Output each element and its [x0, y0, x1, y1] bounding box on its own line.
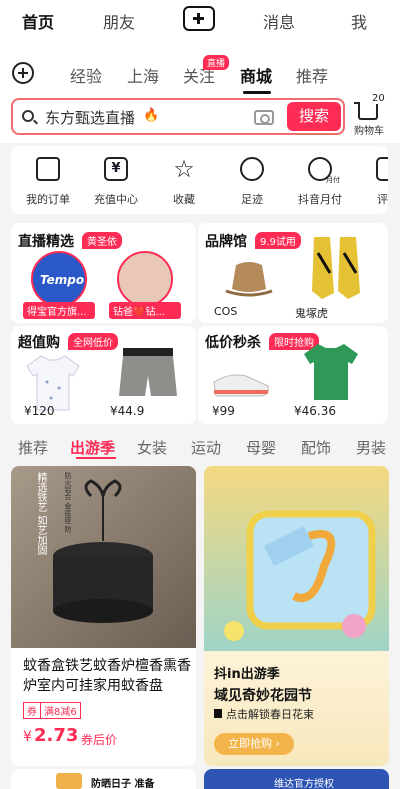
search-icon [22, 110, 34, 122]
hat-image[interactable] [224, 257, 274, 299]
tab-jingyan[interactable]: 经验 [70, 63, 102, 87]
price-1: ¥120 [24, 404, 55, 418]
live-picks-card[interactable]: 直播精选 黄圣依 Tempo 得宝官方旗... 钻爸❤️钻... [11, 223, 196, 323]
category-mother-baby[interactable]: 母婴 [246, 437, 276, 458]
next-card-text: 防晒日子 准备 [91, 779, 155, 789]
monthly-pay-label: 抖音月付 [298, 193, 342, 206]
promo-info: 抖in出游季 域见奇妙花园节 点击解锁春日花束 立即抢购 › [204, 651, 389, 766]
tempo-logo: Tempo [40, 273, 85, 287]
promo-subtitle: 域见奇妙花园节 [214, 688, 312, 704]
tab-recommend[interactable]: 推荐 [296, 63, 328, 87]
favorites-label: 收藏 [173, 193, 195, 206]
tab-mall[interactable]: 商城 [240, 63, 272, 87]
nav-me[interactable]: 我 [351, 9, 367, 33]
promo-banner-image[interactable] [204, 466, 389, 651]
live-avatar-2[interactable] [117, 251, 173, 307]
category-sports[interactable]: 运动 [191, 437, 221, 458]
nav-messages[interactable]: 消息 [263, 9, 295, 33]
vertical-caption: 精选铁艺 如艺加固 [35, 472, 46, 556]
brand-label-1: COS [214, 305, 238, 318]
my-orders[interactable]: 我的订单 [14, 146, 82, 214]
top-navigation: 首页 朋友 消息 我 [0, 0, 400, 40]
vertical-caption-2: 防火铝合 金底座 防 [64, 472, 72, 533]
nav-home[interactable]: 首页 [22, 9, 54, 33]
next-card-right-text: 维达官方授权 [274, 779, 334, 789]
category-men[interactable]: 男装 [356, 437, 386, 458]
create-plus-icon[interactable] [183, 6, 215, 31]
coupon-value: 满8减6 [41, 702, 81, 719]
buy-now-button[interactable]: 立即抢购 › [214, 733, 294, 755]
card-tag: 9.9试用 [255, 232, 301, 249]
sub-tabs: 经验 上海 关注 商城 推荐 [0, 40, 400, 95]
shorts-image[interactable] [115, 346, 181, 400]
monthly-pay-sub: 月付 [326, 176, 340, 184]
recharge-label: 充值中心 [94, 193, 138, 206]
card-tag: 黄圣依 [82, 232, 122, 249]
reviews-label: 评价 [377, 193, 388, 206]
price-note: 券后价 [81, 733, 118, 747]
price-1: ¥99 [212, 404, 235, 418]
coupon-label: 券 [23, 702, 41, 719]
flash-sale-card[interactable]: 低价秒杀 限时抢购 ¥99 ¥46.36 [198, 326, 388, 424]
card-tag: 全网低价 [68, 333, 118, 350]
cart-count: 20 [372, 93, 385, 104]
search-query[interactable]: 东方甄选直播 [45, 107, 135, 128]
recharge-icon: ¥ [104, 157, 128, 181]
speaker-icon [214, 709, 222, 718]
brand-label-2: 鬼塚虎 [295, 307, 328, 320]
footprint-icon [240, 157, 264, 181]
brand-hall-card[interactable]: 品牌馆 9.9试用 COS 鬼塚虎 [198, 223, 388, 323]
reviews[interactable]: 评价 [354, 146, 388, 214]
price-2: ¥44.9 [110, 404, 145, 418]
favorites[interactable]: ☆ 收藏 [150, 146, 218, 214]
my-orders-label: 我的订单 [26, 193, 70, 206]
tab-shanghai[interactable]: 上海 [127, 63, 159, 87]
green-shirt-image[interactable] [302, 342, 360, 402]
review-icon [376, 157, 388, 181]
add-channel-icon[interactable] [12, 62, 34, 84]
price-2: ¥46.36 [294, 404, 336, 418]
product-title: 蚊香盒铁艺蚊香炉檀香熏香炉室内可挂家用蚊香盘 [23, 658, 191, 694]
camera-icon[interactable] [254, 110, 274, 125]
category-recommend[interactable]: 推荐 [18, 437, 48, 458]
value-buy-card[interactable]: 超值购 全网低价 ¥120 ¥44.9 [11, 326, 196, 424]
fire-icon: 🔥 [143, 108, 160, 123]
live-label-1: 得宝官方旗... [23, 302, 95, 319]
next-card-right[interactable]: 维达官方授权 [204, 769, 389, 789]
search-button[interactable]: 搜索 [287, 102, 341, 131]
quick-access-row: 我的订单 ¥ 充值中心 ☆ 收藏 足迹 月付 抖音月付 评价 [11, 146, 388, 214]
promo-title: 抖in出游季 [214, 667, 280, 682]
badge-icon [56, 773, 82, 789]
next-card-left[interactable]: 防晒日子 准备 [11, 769, 196, 789]
card-title: 直播精选 [18, 234, 74, 250]
cart-icon[interactable] [354, 102, 378, 120]
cart-label[interactable]: 购物车 [354, 122, 384, 137]
product-card[interactable]: 精选铁艺 如艺加固 防火铝合 金底座 防 蚊香盒铁艺蚊香炉檀香熏香炉室内可挂家用… [11, 466, 196, 766]
card-title: 低价秒杀 [205, 335, 261, 351]
footprints[interactable]: 足迹 [218, 146, 286, 214]
footprints-label: 足迹 [241, 193, 263, 206]
live-label-2: 钻爸❤️钻... [109, 302, 181, 319]
live-badge: 直播 [203, 55, 230, 70]
sneaker-image[interactable] [210, 366, 272, 400]
active-tab-indicator [243, 91, 271, 94]
nav-friends[interactable]: 朋友 [103, 9, 135, 33]
card-title: 品牌馆 [205, 234, 247, 250]
star-icon: ☆ [173, 155, 195, 183]
category-accessories[interactable]: 配饰 [301, 437, 331, 458]
category-outing[interactable]: 出游季 [70, 437, 115, 458]
incense-burner-image[interactable]: 精选铁艺 如艺加固 防火铝合 金底座 防 [11, 466, 196, 648]
category-women[interactable]: 女装 [137, 437, 167, 458]
live-avatar-1[interactable]: Tempo [31, 251, 87, 307]
promo-card[interactable]: 抖in出游季 域见奇妙花园节 点击解锁春日花束 立即抢购 › [204, 466, 389, 766]
card-title: 超值购 [18, 335, 60, 351]
douyin-monthly-pay[interactable]: 月付 抖音月付 [286, 146, 354, 214]
category-indicator [76, 457, 116, 459]
product-price: 2.73 [34, 725, 79, 746]
recharge-center[interactable]: ¥ 充值中心 [82, 146, 150, 214]
price-symbol: ¥ [23, 729, 32, 745]
promo-description: 点击解锁春日花束 [226, 708, 314, 721]
order-icon [36, 157, 60, 181]
sneakers-image[interactable] [304, 233, 368, 303]
